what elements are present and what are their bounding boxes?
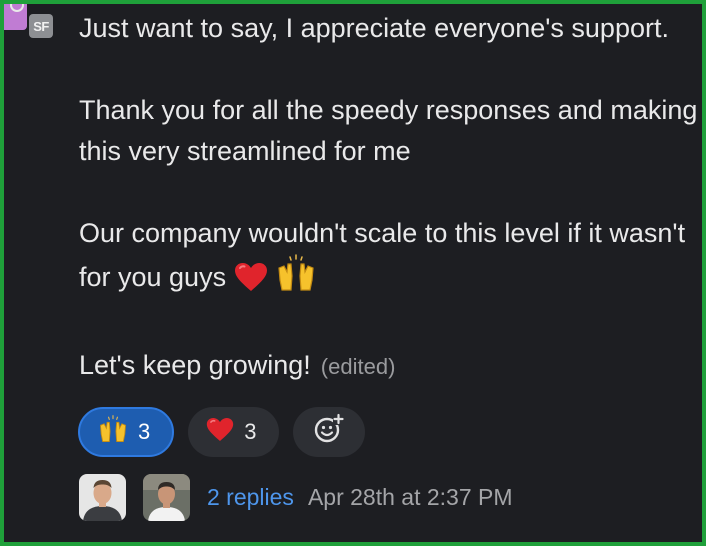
message-paragraph-4: Let's keep growing! (edited)	[79, 345, 702, 387]
add-reaction-icon	[313, 413, 345, 451]
add-reaction-button[interactable]	[292, 407, 365, 457]
message-paragraph-2: Thank you for all the speedy responses a…	[79, 95, 698, 166]
edited-label: (edited)	[320, 354, 396, 379]
raising-hands-icon	[276, 254, 316, 304]
replies-link[interactable]: 2 replies	[207, 484, 294, 511]
reaction-red-heart[interactable]: 3	[188, 407, 279, 457]
red-heart-icon	[234, 262, 268, 304]
sender-avatar[interactable]: SF	[29, 14, 53, 38]
reaction-count: 3	[138, 419, 151, 444]
sender-initials: SF	[33, 18, 49, 34]
message-body: Just want to say, I appreciate everyone'…	[79, 8, 702, 387]
message-paragraph-4-text: Let's keep growing!	[79, 350, 311, 380]
message-paragraph-3-text: Our company wouldn't scale to this level…	[79, 218, 686, 292]
message-line-1: Just want to say, I appreciate everyone'…	[79, 13, 669, 43]
message-paragraph-3: Our company wouldn't scale to this level…	[79, 213, 702, 304]
reply-avatar-1[interactable]	[79, 474, 126, 521]
thread-summary: 2 replies Apr 28th at 2:37 PM	[79, 474, 513, 521]
red-heart-icon	[206, 417, 234, 448]
reaction-count: 3	[244, 419, 257, 444]
reactions-bar: 3 3	[78, 407, 365, 457]
message-frame: SF Just want to say, I appreciate everyo…	[0, 0, 706, 546]
reaction-raising-hands[interactable]: 3	[78, 407, 175, 457]
reply-avatar-2[interactable]	[143, 474, 190, 521]
message-timestamp[interactable]: Apr 28th at 2:37 PM	[308, 484, 513, 511]
avatar-status-decoration	[4, 4, 27, 30]
raising-hands-icon	[98, 415, 128, 449]
